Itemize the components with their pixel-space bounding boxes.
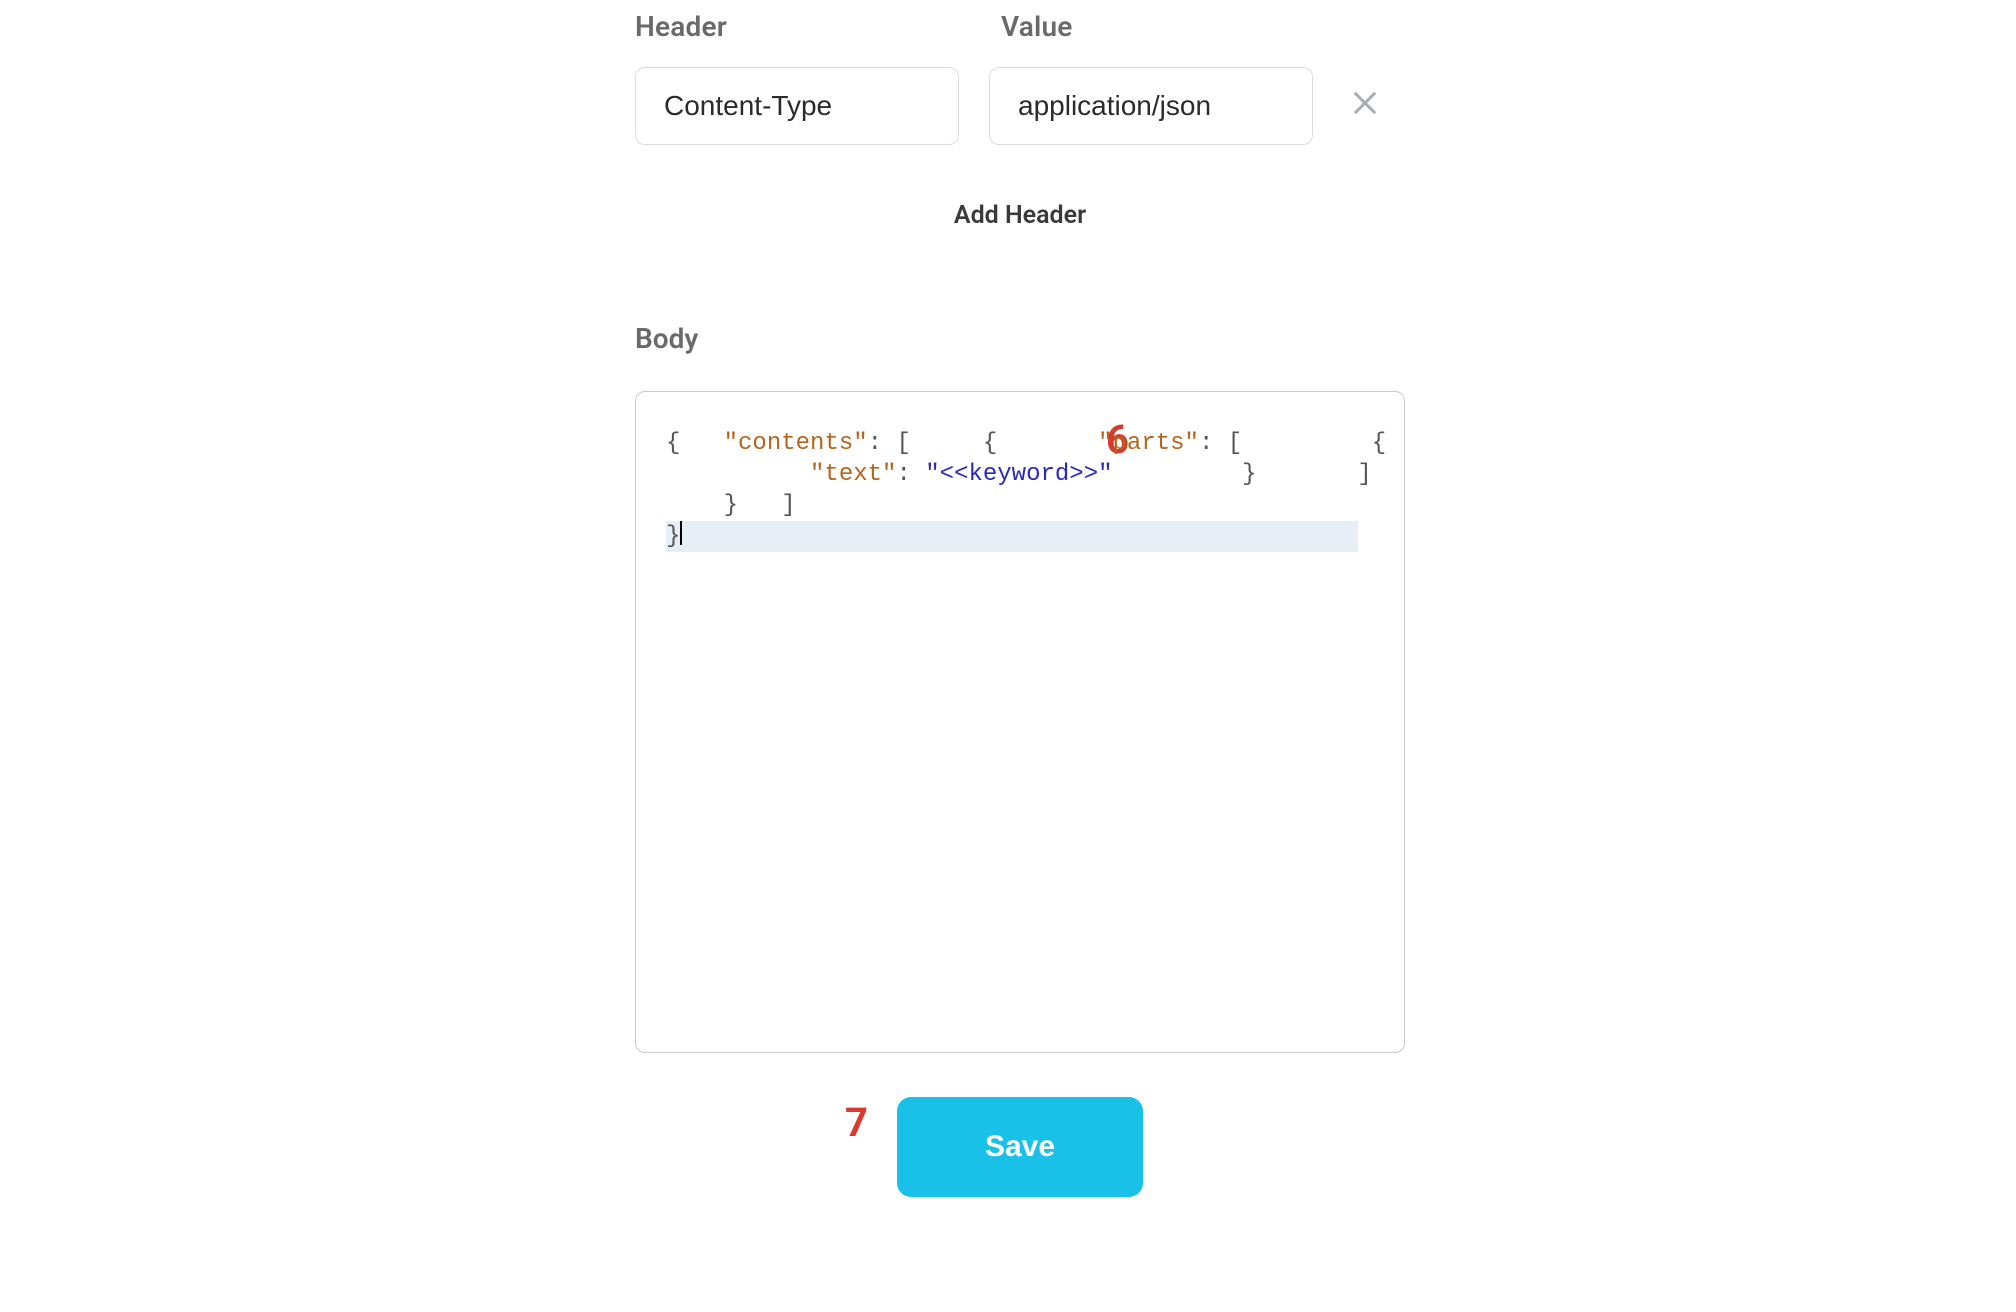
annotation-7: 7 (845, 1099, 868, 1146)
save-button[interactable]: Save (897, 1097, 1143, 1197)
body-json-editor[interactable]: 6 { "contents": [ { "parts": [ { "text":… (635, 391, 1405, 1053)
code-line: "text": "<<keyword>>" (666, 461, 1113, 488)
code-line: { (1257, 430, 1387, 457)
save-row: 7 Save (635, 1097, 1405, 1207)
text-cursor (680, 521, 682, 545)
header-value-input[interactable] (989, 67, 1313, 145)
value-column-label: Value (1001, 10, 1325, 43)
code-line: ] (752, 492, 795, 519)
http-config-form: Header Value Add Header Body 6 { "conten… (635, 10, 1415, 1207)
code-line: ] (1271, 461, 1372, 488)
header-labels-row: Header Value (635, 10, 1415, 43)
code-line: "parts": [ (1012, 430, 1242, 457)
header-name-input[interactable] (635, 67, 959, 145)
remove-header-icon[interactable] (1343, 80, 1387, 132)
add-header-button[interactable]: Add Header (635, 201, 1405, 230)
code-line-active: } (666, 521, 1358, 552)
code-line: } (1127, 461, 1257, 488)
body-section-label: Body (635, 322, 1415, 355)
code-line: "contents": [ (695, 430, 911, 457)
code-line: } (666, 492, 738, 519)
header-column-label: Header (635, 10, 959, 43)
code-line: { (925, 430, 997, 457)
code-line: { (666, 430, 680, 457)
header-row (635, 67, 1415, 145)
